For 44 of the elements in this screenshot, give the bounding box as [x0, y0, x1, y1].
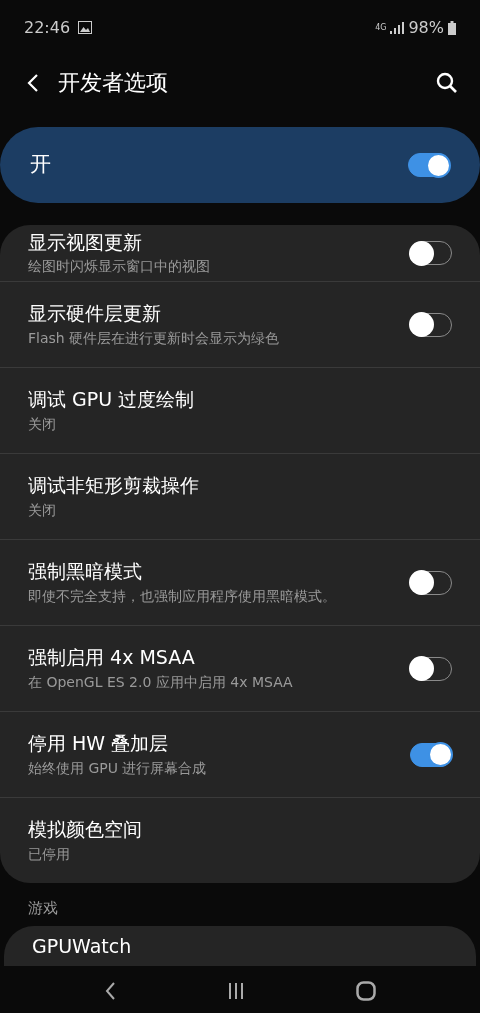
setting-title: 模拟颜色空间 — [28, 818, 142, 842]
image-icon — [78, 21, 93, 34]
setting-item[interactable]: 强制启用 4x MSAA 在 OpenGL ES 2.0 应用中启用 4x MSAA — [0, 625, 480, 711]
back-icon[interactable] — [104, 980, 116, 1001]
recents-icon[interactable] — [228, 981, 244, 1000]
master-switch-bar[interactable]: 开 — [0, 127, 480, 203]
setting-title: 显示视图更新 — [28, 230, 143, 255]
setting-subtitle: 关闭 — [28, 414, 57, 433]
home-icon[interactable] — [356, 980, 376, 1001]
search-icon — [436, 71, 458, 94]
setting-subtitle: 已停用 — [28, 844, 71, 863]
battery-icon — [448, 20, 456, 35]
setting-title: 强制启用 4x MSAA — [28, 646, 196, 670]
back-icon — [26, 72, 40, 93]
setting-subtitle: 在 OpenGL ES 2.0 应用中启用 4x MSAA — [28, 672, 293, 691]
setting-item[interactable]: 强制黑暗模式 即使不完全支持，也强制应用程序使用黑暗模式。 — [0, 539, 480, 625]
setting-item[interactable]: 显示硬件层更新 Flash 硬件层在进行更新时会显示为绿色 — [0, 281, 480, 367]
setting-item[interactable]: 调试 GPU 过度绘制 关闭 — [0, 367, 480, 453]
signal-icon — [390, 21, 405, 34]
setting-title: 调试非矩形剪裁操作 — [28, 474, 199, 498]
setting-title: 显示硬件层更新 — [28, 302, 162, 326]
page-title: 开发者选项 — [58, 69, 169, 97]
setting-subtitle: Flash 硬件层在进行更新时会显示为绿色 — [28, 328, 280, 347]
section-header: 游戏 — [27, 898, 59, 919]
switch-label: 开 — [30, 151, 51, 179]
search-button[interactable] — [436, 71, 458, 94]
network-label: 4G — [375, 21, 387, 34]
setting-subtitle: 绘图时闪烁显示窗口中的视图 — [28, 257, 210, 276]
setting-title: 停用 HW 叠加层 — [28, 732, 170, 756]
setting-item[interactable]: GPUWatch — [4, 925, 476, 966]
toggle-switch[interactable] — [410, 742, 452, 767]
battery-percentage: 98% — [408, 16, 444, 39]
setting-item[interactable]: 显示视图更新 绘图时闪烁显示窗口中的视图 — [0, 225, 480, 281]
setting-item[interactable]: 调试非矩形剪裁操作 关闭 — [0, 453, 480, 539]
setting-subtitle: 即使不完全支持，也强制应用程序使用黑暗模式。 — [28, 586, 336, 605]
setting-item[interactable]: 停用 HW 叠加层 始终使用 GPU 进行屏幕合成 — [0, 711, 480, 797]
setting-subtitle: 关闭 — [28, 500, 57, 519]
setting-subtitle: 始终使用 GPU 进行屏幕合成 — [28, 758, 207, 777]
back-button[interactable] — [26, 72, 40, 93]
setting-title: 调试 GPU 过度绘制 — [28, 388, 195, 412]
clock: 22:46 — [24, 16, 71, 39]
setting-title: 强制黑暗模式 — [28, 560, 143, 584]
toggle-switch[interactable] — [408, 153, 450, 177]
setting-item[interactable]: 模拟颜色空间 已停用 — [0, 797, 480, 883]
